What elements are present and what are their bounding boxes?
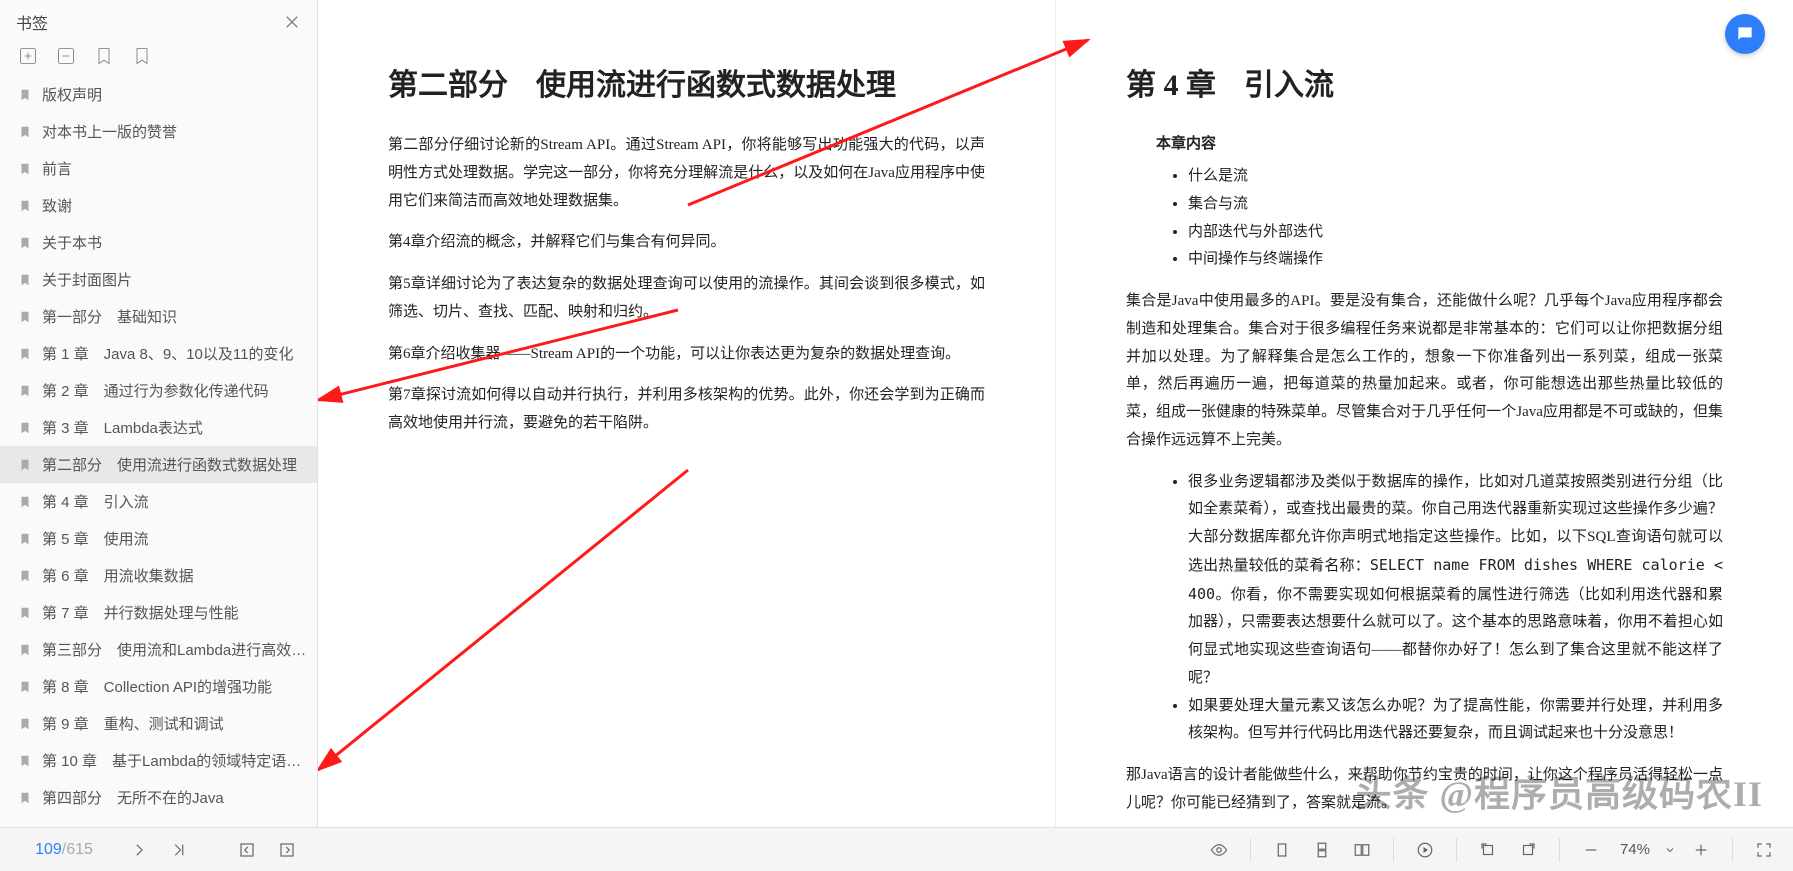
- bookmark-item[interactable]: 致谢: [0, 187, 317, 224]
- bookmark-item[interactable]: 版权声明: [0, 76, 317, 113]
- bookmark-item[interactable]: 第 4 章 引入流: [0, 483, 317, 520]
- bookmark-item[interactable]: 第 9 章 重构、测试和调试: [0, 705, 317, 742]
- paragraph: 第6章介绍收集器——Stream API的一个功能，可以让你表达更为复杂的数据处…: [388, 341, 985, 369]
- bookmark-item[interactable]: 对本书上一版的赞誉: [0, 113, 317, 150]
- bookmark-icon: [18, 125, 32, 139]
- bookmark-icon: [18, 717, 32, 731]
- rotate-right-icon[interactable]: [1513, 835, 1543, 865]
- chevron-down-icon[interactable]: [1664, 844, 1676, 856]
- zoom-in-button[interactable]: [1686, 835, 1716, 865]
- bookmark-item[interactable]: 第三部分 使用流和Lambda进行高效…: [0, 631, 317, 668]
- paragraph: 第5章详细讨论为了表达复杂的数据处理查询可以使用的流操作。其间会谈到很多模式，如…: [388, 271, 985, 327]
- jump-back-button[interactable]: [232, 835, 262, 865]
- bookmark-item[interactable]: 第一部分 基础知识: [0, 298, 317, 335]
- last-page-button[interactable]: [164, 835, 194, 865]
- sidebar-toolbar: [0, 40, 317, 76]
- assistant-button[interactable]: [1725, 14, 1765, 54]
- page-right: 第 4 章引入流 本章内容 什么是流 集合与流 内部迭代与外部迭代 中间操作与终…: [1055, 0, 1793, 827]
- bookmark-icon: [18, 606, 32, 620]
- bookmark-item[interactable]: 第 5 章 使用流: [0, 520, 317, 557]
- zoom-out-button[interactable]: [1576, 835, 1606, 865]
- bookmark-icon: [18, 532, 32, 546]
- single-page-icon[interactable]: [1267, 835, 1297, 865]
- collapse-icon[interactable]: [56, 46, 76, 66]
- list-item: 很多业务逻辑都涉及类似于数据库的操作，比如对几道菜按照类别进行分组（比如全素菜肴…: [1188, 469, 1723, 693]
- bullet-list: 很多业务逻辑都涉及类似于数据库的操作，比如对几道菜按照类别进行分组（比如全素菜肴…: [1188, 469, 1723, 749]
- expand-icon[interactable]: [18, 46, 38, 66]
- bookmark-icon: [18, 384, 32, 398]
- bookmark-item[interactable]: 第 7 章 并行数据处理与性能: [0, 594, 317, 631]
- bookmark-icon: [18, 643, 32, 657]
- page-title: 第二部分使用流进行函数式数据处理: [388, 60, 985, 104]
- bookmark-item[interactable]: 第 8 章 Collection API的增强功能: [0, 668, 317, 705]
- bookmark-item[interactable]: 第 1 章 Java 8、9、10以及11的变化: [0, 335, 317, 372]
- topic-list: 什么是流 集合与流 内部迭代与外部迭代 中间操作与终端操作: [1188, 163, 1723, 274]
- bookmark-item[interactable]: 第 2 章 通过行为参数化传递代码: [0, 372, 317, 409]
- watermark-text: 头条 @程序员高级码农II: [1355, 765, 1763, 817]
- page-number-display[interactable]: 109/615: [14, 841, 114, 859]
- bookmark-item[interactable]: 第 10 章 基于Lambda的领域特定语…: [0, 742, 317, 779]
- bookmark-icon: [18, 310, 32, 324]
- sidebar-title: 书签: [16, 10, 48, 34]
- bookmark-item[interactable]: 第 11 章 用Optional取代null: [0, 816, 317, 827]
- bookmarks-sidebar: 书签 版权声明对本书上一版的赞誉前言致谢关于本书关于封面图片第一部分 基础知识第…: [0, 0, 318, 827]
- bookmark-icon: [18, 236, 32, 250]
- bookmark-icon: [18, 754, 32, 768]
- bookmark-icon: [18, 162, 32, 176]
- bookmark-item[interactable]: 关于封面图片: [0, 261, 317, 298]
- paragraph: 第4章介绍流的概念，并解释它们与集合有何异同。: [388, 229, 985, 257]
- bookmark-item[interactable]: 第二部分 使用流进行函数式数据处理: [0, 446, 317, 483]
- jump-forward-button[interactable]: [272, 835, 302, 865]
- bookmark-filled-icon[interactable]: [94, 46, 114, 66]
- paragraph: 第7章探讨流如何得以自动并行执行，并利用多核架构的优势。此外，你还会学到为正确而…: [388, 382, 985, 438]
- zoom-level: 74%: [1616, 841, 1654, 858]
- bookmark-icon: [18, 680, 32, 694]
- fullscreen-icon[interactable]: [1749, 835, 1779, 865]
- close-icon[interactable]: [283, 13, 301, 31]
- bookmark-icon: [18, 273, 32, 287]
- bookmark-icon: [18, 347, 32, 361]
- bookmark-item[interactable]: 关于本书: [0, 224, 317, 261]
- bookmark-icon: [18, 199, 32, 213]
- footer-toolbar: 109/615 74%: [0, 827, 1793, 871]
- bookmark-icon: [18, 495, 32, 509]
- paragraph: 集合是Java中使用最多的API。要是没有集合，还能做什么呢？几乎每个Java应…: [1126, 288, 1723, 455]
- bookmark-item[interactable]: 第 3 章 Lambda表达式: [0, 409, 317, 446]
- document-viewer: 第二部分使用流进行函数式数据处理 第二部分仔细讨论新的Stream API。通过…: [318, 0, 1793, 827]
- two-page-icon[interactable]: [1347, 835, 1377, 865]
- bookmark-icon: [18, 421, 32, 435]
- bookmark-icon: [18, 88, 32, 102]
- section-heading: 本章内容: [1156, 132, 1723, 153]
- next-page-button[interactable]: [124, 835, 154, 865]
- bookmark-icon: [18, 458, 32, 472]
- bookmark-outline-icon[interactable]: [132, 46, 152, 66]
- bookmark-list[interactable]: 版权声明对本书上一版的赞誉前言致谢关于本书关于封面图片第一部分 基础知识第 1 …: [0, 76, 317, 827]
- bookmark-item[interactable]: 第四部分 无所不在的Java: [0, 779, 317, 816]
- page-left: 第二部分使用流进行函数式数据处理 第二部分仔细讨论新的Stream API。通过…: [318, 0, 1055, 827]
- page-title: 第 4 章引入流: [1126, 60, 1723, 104]
- bookmark-icon: [18, 569, 32, 583]
- bookmark-item[interactable]: 第 6 章 用流收集数据: [0, 557, 317, 594]
- rotate-left-icon[interactable]: [1473, 835, 1503, 865]
- continuous-page-icon[interactable]: [1307, 835, 1337, 865]
- list-item: 如果要处理大量元素又该怎么办呢？为了提高性能，你需要并行处理，并利用多核架构。但…: [1188, 693, 1723, 749]
- bookmark-item[interactable]: 前言: [0, 150, 317, 187]
- bookmark-icon: [18, 791, 32, 805]
- paragraph: 第二部分仔细讨论新的Stream API。通过Stream API，你将能够写出…: [388, 132, 985, 215]
- read-aloud-icon[interactable]: [1410, 835, 1440, 865]
- eye-icon[interactable]: [1204, 835, 1234, 865]
